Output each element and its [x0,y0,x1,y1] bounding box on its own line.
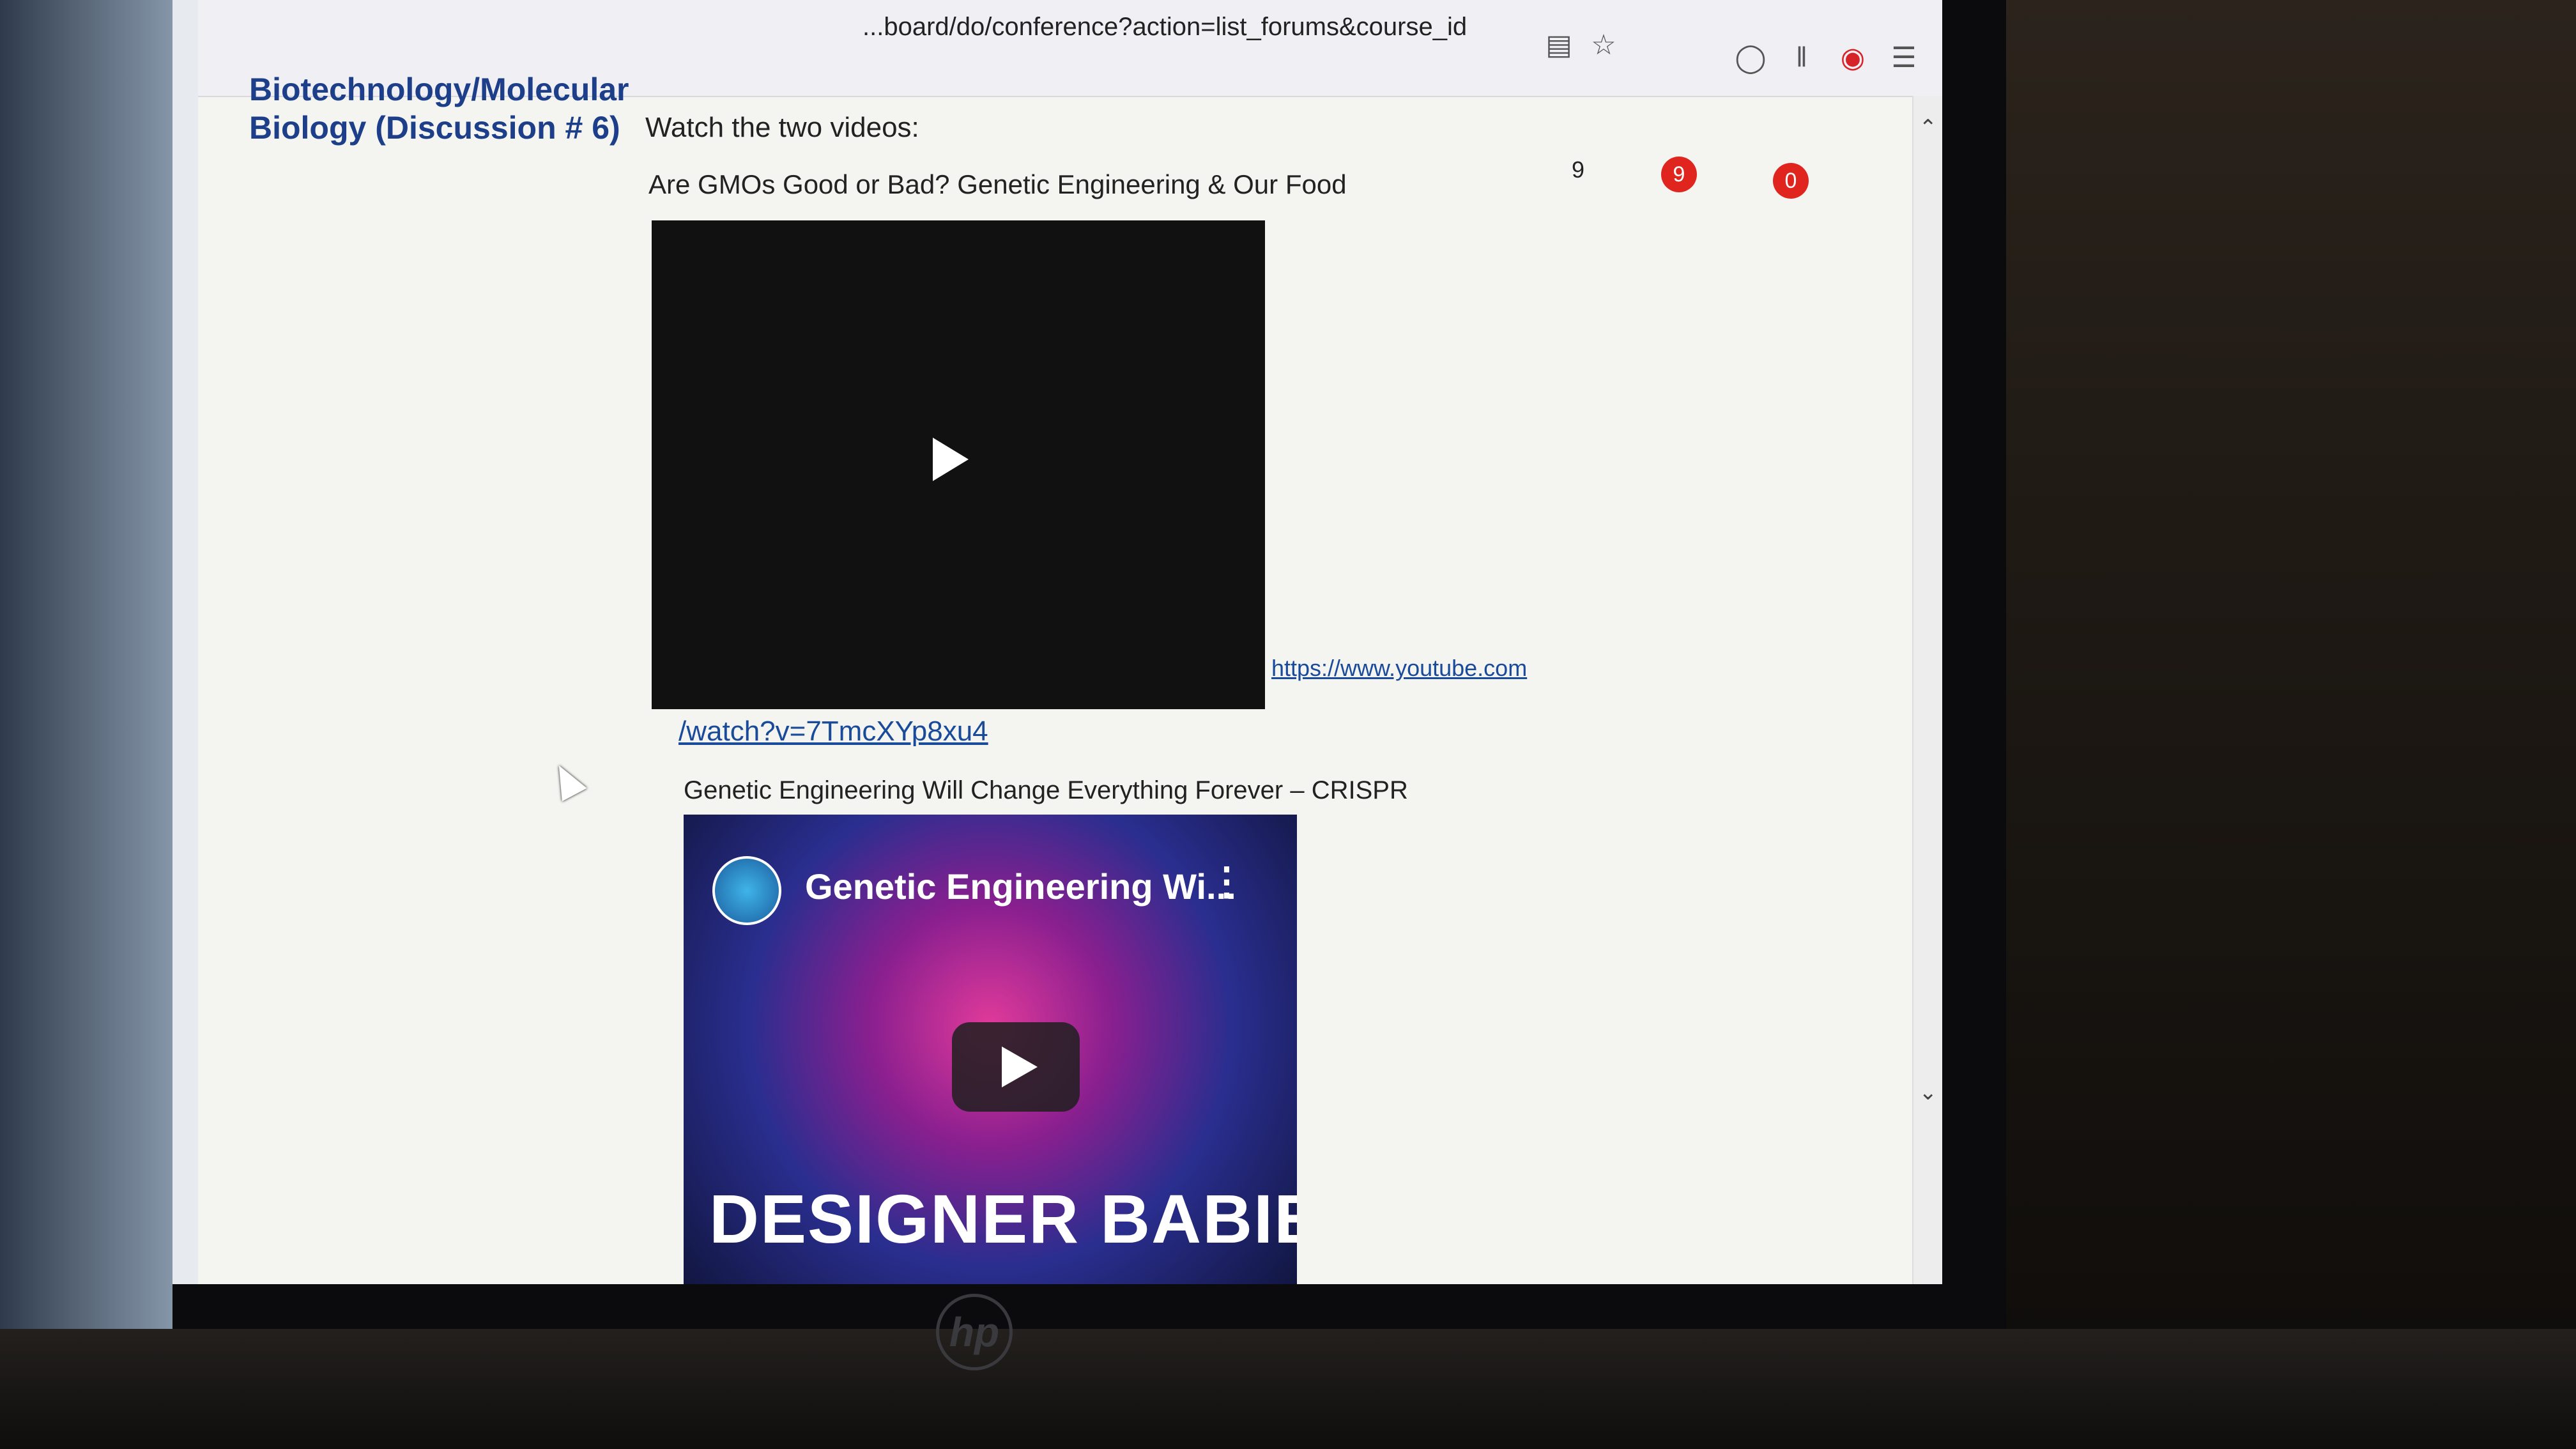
laptop-base [0,1329,2576,1449]
play-icon[interactable] [933,438,969,481]
mouse-cursor-icon [546,758,587,802]
scroll-down-icon[interactable]: ⌄ [1919,1080,1938,1105]
unread-replies-badge[interactable]: 0 [1773,163,1809,199]
screen-left-edge [0,0,172,1393]
library-icon[interactable]: ‖ [1782,38,1821,77]
more-options-icon[interactable]: ⋮ [1208,859,1246,904]
video1-link-continued[interactable]: /watch?v=7TmcXYp8xu4 [678,716,988,747]
video2-player[interactable]: Genetic Engineering Wi... ⋮ DESIGNER BAB… [684,815,1297,1284]
video2-thumb-caption: DESIGNER BABIES [709,1180,1297,1257]
scroll-up-icon[interactable]: ⌃ [1919,115,1938,141]
screen: ...board/do/conference?action=list_forum… [172,0,1942,1284]
forum-title-link[interactable]: Biotechnology/Molecular Biology (Discuss… [249,70,645,147]
video2-title: Genetic Engineering Will Change Everythi… [684,776,1408,804]
hp-logo: hp [936,1294,1013,1370]
reader-icon[interactable]: ▤ [1540,26,1578,64]
url-field[interactable]: ...board/do/conference?action=list_forum… [862,13,1467,42]
video1-link[interactable]: https://www.youtube.com [1271,655,1527,682]
channel-avatar-icon[interactable] [712,856,781,925]
scrollbar[interactable] [1912,96,1942,1284]
room-background [1968,0,2576,1449]
menu-icon[interactable]: ☰ [1885,38,1923,77]
play-icon [1002,1046,1038,1087]
total-posts-count: 9 [1572,157,1585,183]
video2-thumb-title[interactable]: Genetic Engineering Wi... [805,866,1236,907]
pinterest-icon[interactable]: ◉ [1834,38,1872,77]
star-icon[interactable]: ☆ [1584,26,1623,64]
play-button[interactable] [952,1022,1080,1112]
forum-intro: Watch the two videos: [645,112,919,143]
video1-player[interactable] [652,220,1265,709]
pocket-icon[interactable]: ◯ [1731,38,1770,77]
video1-title: Are GMOs Good or Bad? Genetic Engineerin… [648,169,1347,199]
unread-posts-badge[interactable]: 9 [1661,157,1697,192]
